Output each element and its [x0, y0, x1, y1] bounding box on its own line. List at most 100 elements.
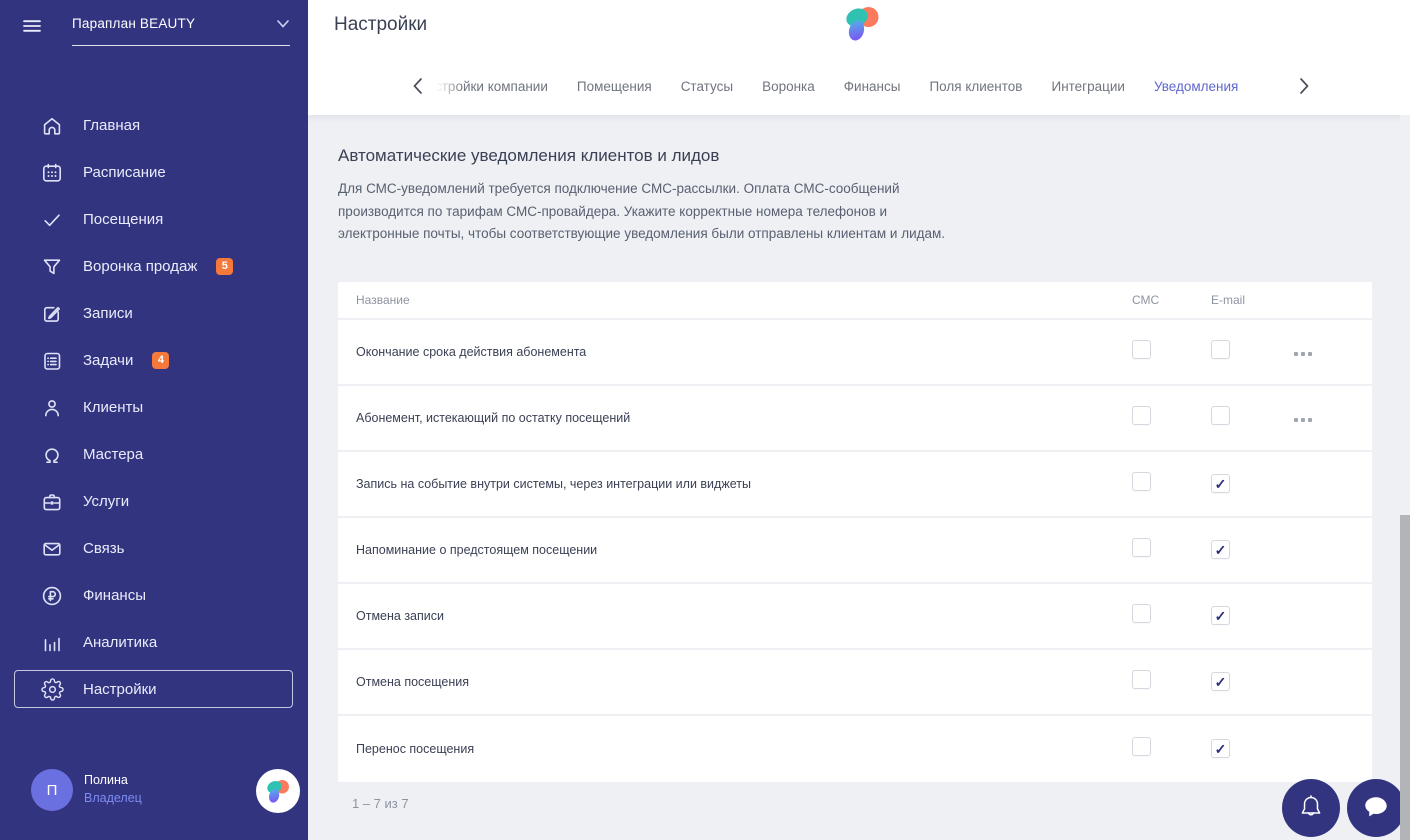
sidebar-item-schedule[interactable]: Расписание — [0, 149, 308, 196]
sidebar-item-sales-funnel[interactable]: Воронка продаж 5 — [0, 243, 308, 290]
page-title: Настройки — [334, 14, 428, 35]
person-icon — [40, 396, 64, 420]
column-header-name: Название — [356, 293, 410, 307]
chevron-right-icon — [1300, 78, 1309, 94]
tab-statuses[interactable]: Статусы — [681, 79, 733, 94]
table-row: Отмена посещения — [338, 650, 1372, 716]
row-menu-button[interactable] — [1290, 352, 1312, 356]
section-description: Для СМС-уведомлений требуется подключени… — [338, 181, 946, 241]
table-row: Отмена записи — [338, 584, 1372, 650]
hamburger-icon — [23, 19, 41, 32]
table-row: Напоминание о предстоящем посещении — [338, 518, 1372, 584]
tab-client-fields[interactable]: Поля клиентов — [929, 79, 1022, 94]
row-name: Напоминание о предстоящем посещении — [356, 543, 598, 557]
table-row: Запись на событие внутри системы, через … — [338, 452, 1372, 518]
sidebar: Параплан BEAUTY Главная Расписание Посещ… — [0, 0, 308, 840]
sms-checkbox[interactable] — [1132, 737, 1151, 756]
tab-finance[interactable]: Финансы — [844, 79, 901, 94]
check-icon — [40, 208, 64, 232]
row-name: Окончание срока действия абонемента — [356, 345, 587, 359]
badge: 5 — [216, 258, 234, 275]
email-checkbox[interactable] — [1211, 540, 1230, 560]
sidebar-item-tasks[interactable]: Задачи 4 — [0, 337, 308, 384]
briefcase-icon — [40, 490, 64, 514]
tab-rooms[interactable]: Помещения — [577, 79, 652, 94]
sidebar-item-settings[interactable]: Настройки — [0, 666, 308, 713]
pagination-label: 1 – 7 из 7 — [352, 796, 409, 811]
sidebar-item-services[interactable]: Услуги — [0, 478, 308, 525]
sidebar-item-finance[interactable]: Финансы — [0, 572, 308, 619]
sms-checkbox[interactable] — [1132, 406, 1151, 425]
sms-checkbox[interactable] — [1132, 340, 1151, 359]
column-header-email: E-mail — [1211, 293, 1246, 307]
tab-integrations[interactable]: Интеграции — [1051, 79, 1124, 94]
menu-toggle-button[interactable] — [16, 12, 48, 42]
sidebar-item-analytics[interactable]: Аналитика — [0, 619, 308, 666]
avatar[interactable]: П — [31, 769, 73, 811]
tabs-scroll-right-button[interactable] — [1294, 73, 1314, 99]
tabs-list: стройки компании Помещения Статусы Воронка Ф… — [427, 74, 1238, 98]
master-icon — [40, 443, 64, 467]
sidebar-top: Параплан BEAUTY — [0, 0, 308, 58]
user-panel: П Полина Владелец — [0, 756, 308, 840]
sidebar-item-home[interactable]: Главная — [0, 102, 308, 149]
tabs-bar: стройки компании Помещения Статусы Воронка Ф… — [308, 62, 1410, 110]
chat-fab-button[interactable] — [1347, 779, 1405, 837]
sms-checkbox[interactable] — [1132, 472, 1151, 491]
paraplan-logo-button[interactable] — [256, 769, 300, 813]
chevron-down-icon — [277, 19, 289, 28]
section-heading: Автоматические уведомления клиентов и ли… — [338, 146, 720, 165]
row-name: Перенос посещения — [356, 742, 475, 756]
sms-checkbox[interactable] — [1132, 670, 1151, 689]
email-checkbox[interactable] — [1211, 606, 1230, 626]
notifications-table: Название СМС E-mail Окончание срока дейс… — [338, 282, 1372, 782]
mail-icon — [40, 537, 64, 561]
home-icon — [40, 114, 64, 138]
edit-icon — [40, 302, 64, 326]
email-checkbox[interactable] — [1211, 406, 1230, 425]
email-checkbox[interactable] — [1211, 739, 1230, 759]
gear-icon — [40, 678, 64, 702]
ruble-icon — [40, 584, 64, 608]
sms-checkbox[interactable] — [1132, 604, 1151, 623]
scrollbar-thumb[interactable] — [1400, 515, 1410, 840]
table-row: Окончание срока действия абонемента — [338, 320, 1372, 386]
paraplan-logo — [843, 4, 883, 49]
sidebar-item-masters[interactable]: Мастера — [0, 431, 308, 478]
sidebar-item-clients[interactable]: Клиенты — [0, 384, 308, 431]
sidebar-item-records[interactable]: Записи — [0, 290, 308, 337]
row-name: Отмена записи — [356, 609, 444, 623]
tasks-icon — [40, 349, 64, 373]
user-name: Полина — [84, 773, 128, 787]
funnel-icon — [40, 255, 64, 279]
email-checkbox[interactable] — [1211, 672, 1230, 692]
company-name: Параплан BEAUTY — [72, 16, 196, 31]
header: Настройки стройки компании Помещения Стату… — [308, 0, 1410, 115]
chart-icon — [40, 631, 64, 655]
calendar-icon — [40, 161, 64, 185]
sidebar-nav: Главная Расписание Посещения Воронка про… — [0, 102, 308, 713]
company-selector[interactable]: Параплан BEAUTY — [72, 10, 290, 46]
table-row: Перенос посещения — [338, 716, 1372, 782]
user-role: Владелец — [84, 791, 142, 805]
tab-notifications[interactable]: Уведомления — [1154, 79, 1238, 94]
row-name: Запись на событие внутри системы, через … — [356, 477, 751, 491]
tabs-scroll-left-button[interactable] — [408, 73, 428, 99]
email-checkbox[interactable] — [1211, 340, 1230, 359]
column-header-sms: СМС — [1132, 293, 1160, 307]
chevron-left-icon — [413, 78, 422, 94]
bell-icon — [1301, 795, 1321, 816]
email-checkbox[interactable] — [1211, 474, 1230, 494]
tab-company-settings[interactable]: стройки компании — [427, 74, 548, 98]
badge: 4 — [152, 352, 170, 369]
sidebar-item-visits[interactable]: Посещения — [0, 196, 308, 243]
chat-icon — [1365, 797, 1387, 817]
tab-funnel[interactable]: Воронка — [762, 79, 815, 94]
row-name: Абонемент, истекающий по остатку посещен… — [356, 411, 631, 425]
row-name: Отмена посещения — [356, 675, 469, 689]
notifications-fab-button[interactable] — [1282, 779, 1340, 837]
sidebar-item-communication[interactable]: Связь — [0, 525, 308, 572]
row-menu-button[interactable] — [1290, 418, 1312, 422]
sms-checkbox[interactable] — [1132, 538, 1151, 557]
table-header-row: Название СМС E-mail — [338, 282, 1372, 320]
